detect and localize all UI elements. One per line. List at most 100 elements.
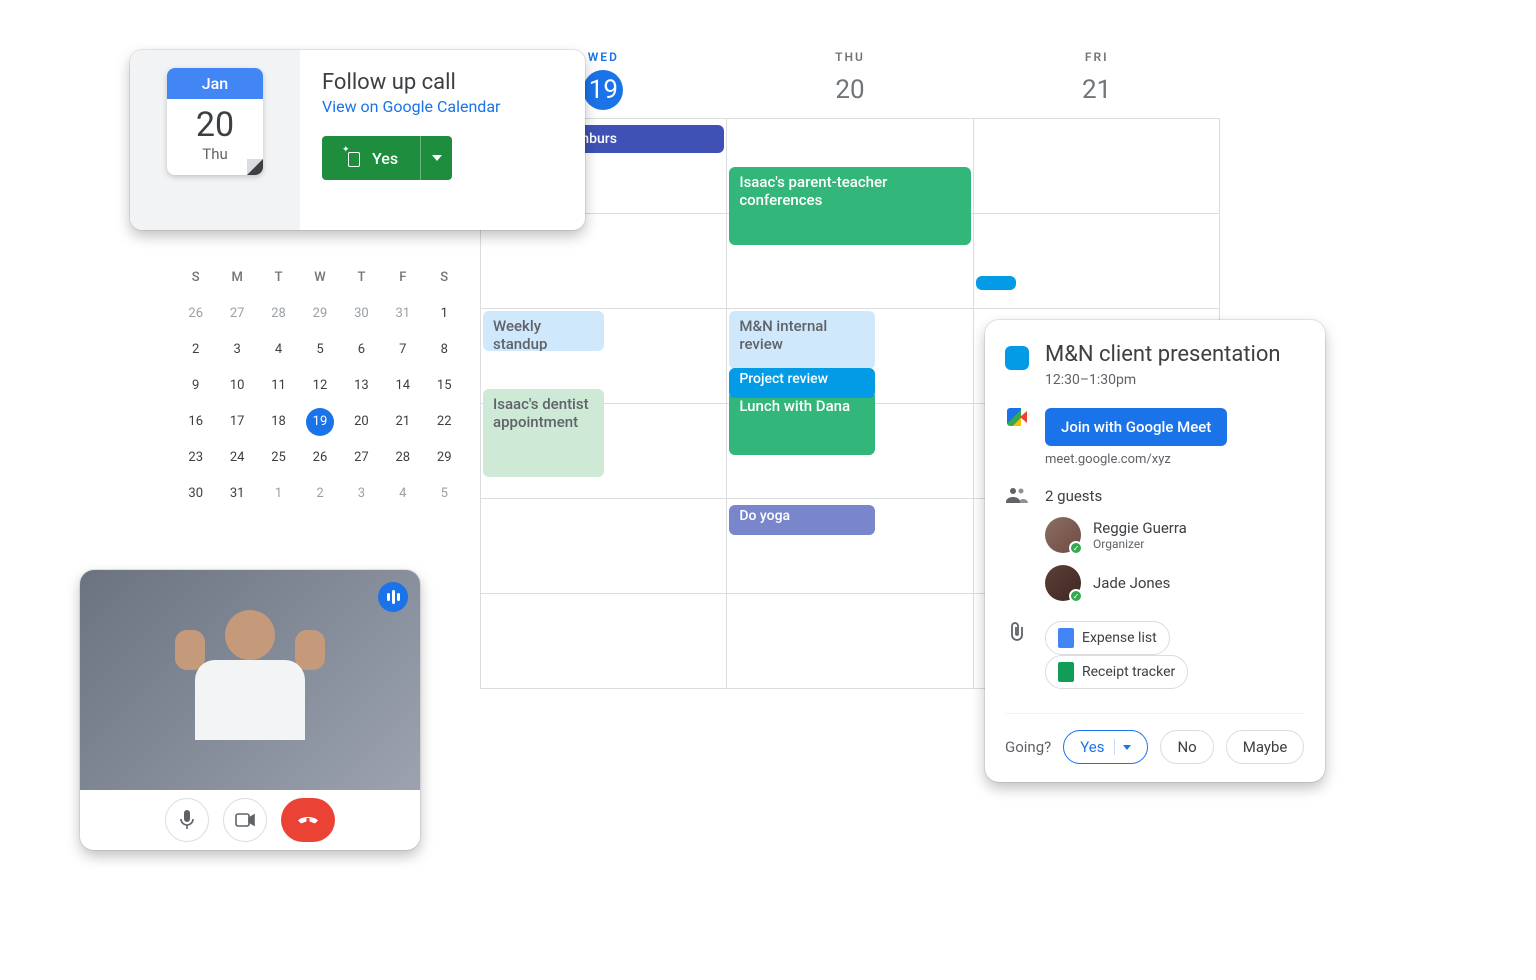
date-chip-month: Jan: [167, 68, 263, 99]
day-header-fri[interactable]: FRI 21: [973, 50, 1220, 118]
mini-day[interactable]: 11: [258, 368, 299, 404]
camera-icon: [235, 813, 255, 827]
rsvp-maybe-button[interactable]: Maybe: [1226, 730, 1305, 764]
mini-day[interactable]: 29: [299, 296, 340, 332]
calendar-date-chip-area: Jan 20 Thu: [130, 50, 300, 230]
video-call-card: [80, 570, 420, 850]
guest-row[interactable]: ✓ Reggie Guerra Organizer: [1045, 517, 1305, 553]
mini-day[interactable]: 2: [175, 332, 216, 368]
mini-day[interactable]: 24: [216, 440, 257, 476]
day-header-thu[interactable]: THU 20: [727, 50, 974, 118]
mini-dow: S: [175, 260, 216, 296]
mini-day[interactable]: 20: [341, 404, 382, 440]
mini-day[interactable]: 22: [424, 404, 465, 440]
mini-day[interactable]: 4: [258, 332, 299, 368]
mini-month-calendar[interactable]: SMTWTFS 26272829303112345678910111213141…: [175, 260, 465, 512]
mini-day[interactable]: 5: [299, 332, 340, 368]
week-header-row: WED 19 THU 20 FRI 21: [480, 50, 1220, 118]
event-fri-sliver[interactable]: [976, 276, 1016, 290]
mini-day[interactable]: 27: [341, 440, 382, 476]
rsvp-yes-split-button[interactable]: Yes: [322, 136, 452, 180]
mini-day[interactable]: 8: [424, 332, 465, 368]
mini-day[interactable]: 31: [382, 296, 423, 332]
rsvp-yes-main[interactable]: Yes: [322, 136, 420, 180]
mini-day[interactable]: 17: [216, 404, 257, 440]
mini-day[interactable]: 13: [341, 368, 382, 404]
building-sparkle-icon: [344, 149, 362, 167]
sheets-icon: [1058, 662, 1074, 682]
mini-dow: M: [216, 260, 257, 296]
follow-up-card: Jan 20 Thu Follow up call View on Google…: [130, 50, 585, 230]
mini-day[interactable]: 31: [216, 476, 257, 512]
caret-down-icon: [432, 155, 442, 161]
mini-day[interactable]: 30: [341, 296, 382, 332]
guest-count: 2 guests: [1045, 487, 1305, 505]
mini-day[interactable]: 18: [258, 404, 299, 440]
camera-button[interactable]: [223, 798, 267, 842]
follow-up-title: Follow up call: [322, 70, 563, 95]
mini-dow: T: [341, 260, 382, 296]
mini-day[interactable]: 16: [175, 404, 216, 440]
mini-day[interactable]: 3: [341, 476, 382, 512]
mini-dow: S: [424, 260, 465, 296]
mini-day[interactable]: 27: [216, 296, 257, 332]
docs-icon: [1058, 628, 1074, 648]
view-on-calendar-link[interactable]: View on Google Calendar: [322, 97, 500, 116]
mini-day[interactable]: 6: [341, 332, 382, 368]
attachment-receipt-tracker[interactable]: Receipt tracker: [1045, 655, 1188, 689]
speaking-indicator-icon: [378, 582, 408, 612]
avatar: ✓: [1045, 517, 1081, 553]
check-icon: ✓: [1069, 541, 1083, 555]
event-title: M&N client presentation: [1045, 342, 1281, 368]
mini-day[interactable]: 5: [424, 476, 465, 512]
mini-day[interactable]: 30: [175, 476, 216, 512]
phone-hangup-icon: [296, 808, 320, 832]
mini-day[interactable]: 19: [299, 404, 340, 440]
rsvp-yes-caret[interactable]: [1114, 739, 1131, 755]
video-feed: [80, 570, 420, 790]
mini-day[interactable]: 15: [424, 368, 465, 404]
event-mn-review[interactable]: M&N internal review: [729, 311, 874, 369]
caret-down-icon: [1123, 745, 1131, 750]
mini-day[interactable]: 29: [424, 440, 465, 476]
check-icon: ✓: [1069, 589, 1083, 603]
rsvp-no-button[interactable]: No: [1160, 730, 1213, 764]
join-meet-button[interactable]: Join with Google Meet: [1045, 408, 1227, 446]
mini-day[interactable]: 12: [299, 368, 340, 404]
mini-month-header: SMTWTFS: [175, 260, 465, 296]
mini-day[interactable]: 4: [382, 476, 423, 512]
mini-day[interactable]: 1: [258, 476, 299, 512]
guest-row[interactable]: ✓ Jade Jones: [1045, 565, 1305, 601]
hangup-button[interactable]: [281, 798, 335, 842]
mini-day[interactable]: 2: [299, 476, 340, 512]
attachment-expense-list[interactable]: Expense list: [1045, 621, 1170, 655]
page-fold-icon: [247, 159, 263, 175]
mini-dow: T: [258, 260, 299, 296]
mini-day[interactable]: 25: [258, 440, 299, 476]
rsvp-yes-button[interactable]: Yes: [1063, 730, 1148, 764]
event-do-yoga[interactable]: Do yoga: [729, 505, 874, 535]
mini-day[interactable]: 26: [299, 440, 340, 476]
mini-day[interactable]: 7: [382, 332, 423, 368]
mini-day[interactable]: 1: [424, 296, 465, 332]
event-weekly-standup[interactable]: Weekly standup: [483, 311, 604, 351]
mini-day[interactable]: 10: [216, 368, 257, 404]
mini-day[interactable]: 21: [382, 404, 423, 440]
event-detail-card: M&N client presentation 12:30–1:30pm Joi…: [985, 320, 1325, 782]
date-chip-day: 20: [167, 99, 263, 145]
people-icon: [1006, 487, 1028, 503]
mini-day[interactable]: 3: [216, 332, 257, 368]
mini-day[interactable]: 23: [175, 440, 216, 476]
mini-day[interactable]: 9: [175, 368, 216, 404]
rsvp-yes-dropdown[interactable]: [420, 136, 452, 180]
event-project-review[interactable]: Project review: [729, 368, 874, 398]
rsvp-bar: Going? Yes No Maybe: [1005, 713, 1305, 764]
mini-dow: W: [299, 260, 340, 296]
mini-day[interactable]: 14: [382, 368, 423, 404]
mute-button[interactable]: [165, 798, 209, 842]
mini-day[interactable]: 26: [175, 296, 216, 332]
mini-day[interactable]: 28: [258, 296, 299, 332]
attachment-icon: [1008, 621, 1026, 641]
mini-day[interactable]: 28: [382, 440, 423, 476]
mini-dow: F: [382, 260, 423, 296]
